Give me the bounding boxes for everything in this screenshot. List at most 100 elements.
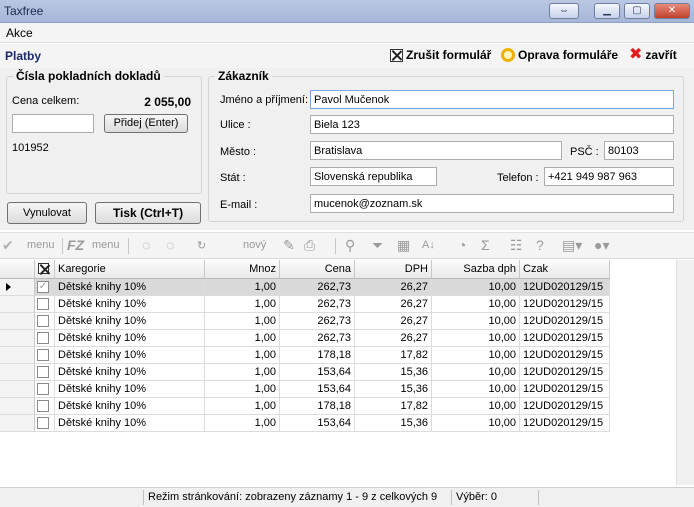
row-checkbox[interactable]	[37, 400, 49, 412]
cell-czak[interactable]: 12UD020129/15	[520, 330, 610, 347]
row-checkbox[interactable]	[37, 417, 49, 429]
table-row[interactable]: Dětské knihy 10% 1,00 262,73 26,27 10,00 12UD…	[0, 330, 610, 347]
sort-az-icon[interactable]: A↓	[422, 239, 435, 251]
row-checkbox[interactable]	[37, 332, 49, 344]
doc-number-input[interactable]	[12, 114, 94, 133]
cell-category[interactable]: Dětské knihy 10%	[55, 313, 205, 330]
binoculars-icon[interactable]: ⚲	[345, 237, 355, 254]
cell-vat[interactable]: 15,36	[355, 381, 432, 398]
zip-input[interactable]: 80103	[604, 141, 674, 160]
cell-vat[interactable]: 26,27	[355, 296, 432, 313]
cell-vat-rate[interactable]: 10,00	[432, 415, 520, 432]
table-row[interactable]: Dětské knihy 10% 1,00 262,73 26,27 10,00 12UD…	[0, 296, 610, 313]
col-header-vat-rate[interactable]: Sazba dph	[432, 260, 520, 279]
cell-price[interactable]: 262,73	[280, 330, 355, 347]
row-header[interactable]	[0, 296, 35, 313]
cell-quantity[interactable]: 1,00	[205, 398, 280, 415]
table-row[interactable]: Dětské knihy 10% 1,00 153,64 15,36 10,00 12UD…	[0, 415, 610, 432]
cell-category[interactable]: Dětské knihy 10%	[55, 381, 205, 398]
maximize-button[interactable]: ▢	[624, 3, 650, 19]
cell-czak[interactable]: 12UD020129/15	[520, 279, 610, 296]
fix-form-button[interactable]: Oprava formuláře	[501, 48, 618, 62]
toolbar-menu1[interactable]: menu	[27, 239, 55, 251]
pencil-icon[interactable]: ✎	[283, 237, 295, 254]
undo-icon[interactable]: ◌	[142, 237, 150, 253]
col-header-vat[interactable]: DPH	[355, 260, 432, 279]
cell-category[interactable]: Dětské knihy 10%	[55, 296, 205, 313]
cancel-form-button[interactable]: Zrušit formulář	[390, 48, 491, 62]
phone-input[interactable]: +421 949 987 963	[544, 167, 674, 186]
table-row[interactable]: Dětské knihy 10% 1,00 153,64 15,36 10,00 12UD…	[0, 381, 610, 398]
cell-vat[interactable]: 26,27	[355, 279, 432, 296]
tree-icon[interactable]: ☷	[510, 237, 523, 254]
row-checkbox[interactable]	[37, 315, 49, 327]
cell-quantity[interactable]: 1,00	[205, 330, 280, 347]
city-input[interactable]: Bratislava	[310, 141, 562, 160]
cell-price[interactable]: 178,18	[280, 347, 355, 364]
cell-quantity[interactable]: 1,00	[205, 313, 280, 330]
table-row[interactable]: Dětské knihy 10% 1,00 178,18 17,82 10,00 12UD…	[0, 398, 610, 415]
table-row[interactable]: Dětské knihy 10% 1,00 153,64 15,36 10,00 12UD…	[0, 364, 610, 381]
cell-czak[interactable]: 12UD020129/15	[520, 398, 610, 415]
cell-vat[interactable]: 26,27	[355, 330, 432, 347]
cell-price[interactable]: 262,73	[280, 279, 355, 296]
grid-icon[interactable]: ▦	[397, 237, 410, 254]
cell-vat[interactable]: 15,36	[355, 364, 432, 381]
row-header[interactable]	[0, 279, 35, 296]
cell-vat-rate[interactable]: 10,00	[432, 347, 520, 364]
cell-category[interactable]: Dětské knihy 10%	[55, 347, 205, 364]
export-icon[interactable]: ▤▾	[562, 237, 582, 254]
cell-price[interactable]: 153,64	[280, 364, 355, 381]
cell-category[interactable]: Dětské knihy 10%	[55, 364, 205, 381]
cell-vat-rate[interactable]: 10,00	[432, 398, 520, 415]
cell-czak[interactable]: 12UD020129/15	[520, 364, 610, 381]
cell-vat-rate[interactable]: 10,00	[432, 330, 520, 347]
row-checkbox[interactable]	[37, 349, 49, 361]
cell-quantity[interactable]: 1,00	[205, 279, 280, 296]
refresh-circle-icon[interactable]: ◔	[458, 237, 466, 253]
email-input[interactable]: mucenok@zoznam.sk	[310, 194, 674, 213]
user-icon[interactable]: ●▾	[594, 237, 609, 254]
close-window-button[interactable]: ✕	[654, 3, 690, 19]
cell-quantity[interactable]: 1,00	[205, 381, 280, 398]
row-checkbox[interactable]	[37, 366, 49, 378]
cell-price[interactable]: 153,64	[280, 381, 355, 398]
cell-vat[interactable]: 17,82	[355, 347, 432, 364]
filter-icon[interactable]: ⏷	[372, 237, 383, 254]
cell-category[interactable]: Dětské knihy 10%	[55, 330, 205, 347]
cell-czak[interactable]: 12UD020129/15	[520, 381, 610, 398]
restore-size-icon[interactable]: ⇔	[549, 3, 579, 19]
state-input[interactable]: Slovenská republika	[310, 167, 437, 186]
row-checkbox[interactable]	[37, 383, 49, 395]
row-header[interactable]	[0, 330, 35, 347]
street-input[interactable]: Biela 123	[310, 115, 674, 134]
row-checkbox[interactable]	[37, 298, 49, 310]
refresh-icon[interactable]: ↻	[197, 239, 206, 252]
row-header[interactable]	[0, 313, 35, 330]
cell-vat[interactable]: 17,82	[355, 398, 432, 415]
row-checkbox[interactable]: ✓	[37, 281, 49, 293]
table-row[interactable]: Dětské knihy 10% 1,00 178,18 17,82 10,00 12UD…	[0, 347, 610, 364]
cell-price[interactable]: 262,73	[280, 313, 355, 330]
cell-price[interactable]: 178,18	[280, 398, 355, 415]
cell-quantity[interactable]: 1,00	[205, 296, 280, 313]
printer-icon[interactable]: ⎙	[304, 237, 315, 254]
help-icon[interactable]: ?	[536, 237, 544, 253]
row-header[interactable]	[0, 347, 35, 364]
cell-category[interactable]: Dětské knihy 10%	[55, 279, 205, 296]
cell-quantity[interactable]: 1,00	[205, 347, 280, 364]
cell-czak[interactable]: 12UD020129/15	[520, 347, 610, 364]
cell-category[interactable]: Dětské knihy 10%	[55, 398, 205, 415]
reset-button[interactable]: Vynulovat	[7, 202, 87, 224]
cell-czak[interactable]: 12UD020129/15	[520, 415, 610, 432]
col-header-quantity[interactable]: Mnoz	[205, 260, 280, 279]
cell-category[interactable]: Dětské knihy 10%	[55, 415, 205, 432]
cell-vat-rate[interactable]: 10,00	[432, 296, 520, 313]
cell-czak[interactable]: 12UD020129/15	[520, 313, 610, 330]
grid-header-select-all[interactable]	[35, 260, 55, 279]
cell-vat-rate[interactable]: 10,00	[432, 381, 520, 398]
close-form-button[interactable]: ✖ zavřít	[629, 47, 677, 63]
minimize-button[interactable]: ▁	[594, 3, 620, 19]
cell-vat[interactable]: 15,36	[355, 415, 432, 432]
redo-icon[interactable]: ◌	[166, 237, 174, 253]
